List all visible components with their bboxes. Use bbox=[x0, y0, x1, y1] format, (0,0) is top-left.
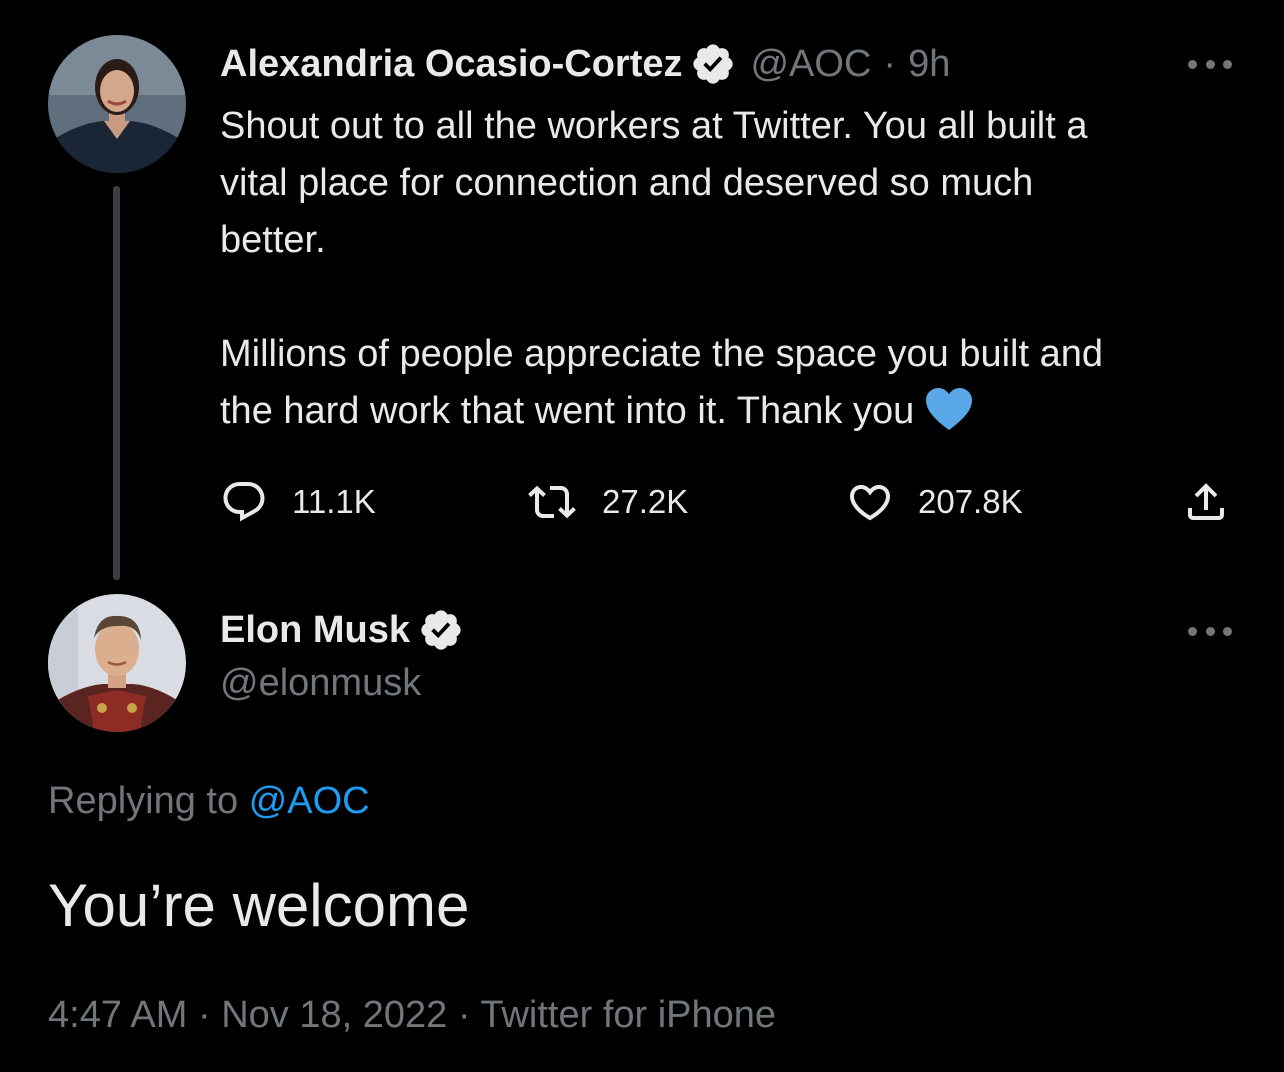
tweet-date[interactable]: Nov 18, 2022 bbox=[221, 994, 447, 1036]
meta-separator: · bbox=[187, 994, 222, 1036]
tweet-line: Shout out to all the workers at Twitter.… bbox=[220, 105, 1088, 147]
original-tweet-more-icon[interactable] bbox=[1188, 58, 1232, 70]
like-heart-icon bbox=[849, 485, 891, 521]
like-action[interactable]: 207.8K bbox=[846, 478, 1023, 526]
tweet-line-last: the hard work that went into it. Thank y… bbox=[220, 383, 1230, 440]
reply-action[interactable]: 11.1K bbox=[220, 478, 376, 526]
tweet-time[interactable]: 4:47 AM bbox=[48, 994, 187, 1036]
author-handle[interactable]: @AOC bbox=[750, 43, 871, 86]
reply-tweet-header: Elon Musk bbox=[220, 604, 464, 656]
share-action[interactable] bbox=[1182, 478, 1230, 526]
share-icon bbox=[1188, 483, 1224, 520]
meta-separator: · bbox=[447, 994, 481, 1036]
tweet-line: Millions of people appreciate the space … bbox=[220, 333, 1104, 375]
reply-author-name[interactable]: Elon Musk bbox=[220, 609, 410, 652]
retweet-count: 27.2K bbox=[602, 483, 689, 520]
original-tweet-header: Alexandria Ocasio-Cortez @AOC · 9h bbox=[220, 38, 950, 90]
reply-icon bbox=[223, 482, 265, 522]
meta-separator: · bbox=[883, 42, 897, 85]
verified-badge-icon bbox=[690, 41, 736, 87]
tweet-line: vital place for connection and deserved … bbox=[220, 162, 1034, 204]
author-name[interactable]: Alexandria Ocasio-Cortez bbox=[220, 43, 682, 86]
tweet-line: better. bbox=[220, 219, 326, 261]
replying-to-line: Replying to @AOC bbox=[48, 780, 370, 823]
reply-count: 11.1K bbox=[292, 483, 376, 520]
verified-badge-icon bbox=[418, 607, 464, 653]
reply-tweet-more-icon[interactable] bbox=[1188, 625, 1232, 637]
original-tweet-text: Shout out to all the workers at Twitter.… bbox=[220, 98, 1230, 440]
replying-prefix: Replying to bbox=[48, 780, 239, 822]
tweet-age[interactable]: 9h bbox=[908, 43, 950, 86]
replying-mention-link[interactable]: @AOC bbox=[249, 780, 370, 822]
blue-heart-emoji-icon bbox=[924, 386, 974, 432]
reply-tweet-text: You’re welcome bbox=[48, 872, 470, 939]
tweet-source: Twitter for iPhone bbox=[480, 994, 777, 1036]
like-count: 207.8K bbox=[918, 483, 1023, 520]
retweet-icon bbox=[528, 485, 576, 519]
aoc-avatar[interactable] bbox=[48, 35, 186, 173]
reply-author-handle[interactable]: @elonmusk bbox=[220, 662, 421, 705]
reply-tweet-meta: 4:47 AM · Nov 18, 2022 · Twitter for iPh… bbox=[48, 994, 776, 1037]
thread-connector-line bbox=[113, 186, 120, 580]
retweet-action[interactable]: 27.2K bbox=[526, 478, 688, 526]
tweet-line: the hard work that went into it. Thank y… bbox=[220, 390, 915, 432]
elon-avatar[interactable] bbox=[48, 594, 186, 732]
